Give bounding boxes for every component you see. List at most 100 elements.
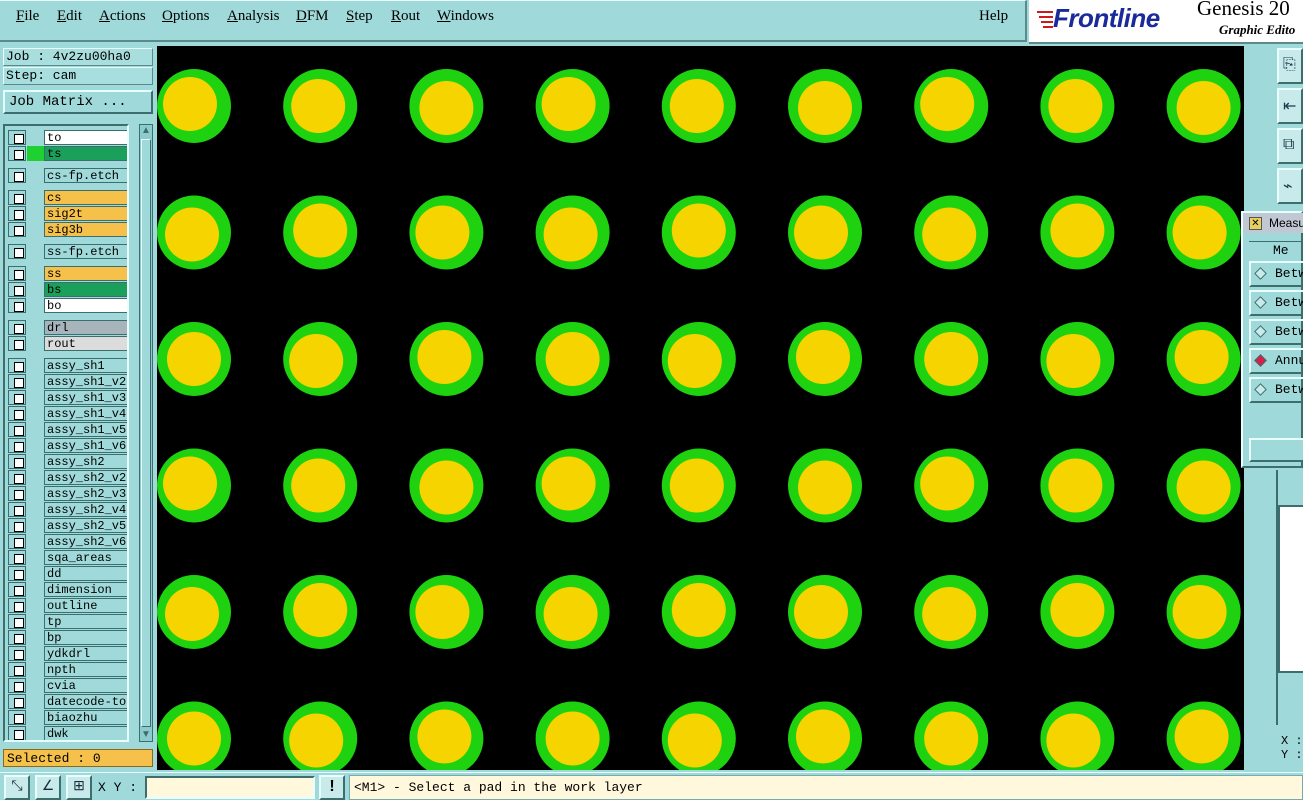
layer-row[interactable]: assy_sh1_v4 [8, 406, 127, 421]
pad[interactable] [1040, 575, 1115, 649]
layer-row[interactable]: npth [8, 662, 127, 677]
pad[interactable] [283, 575, 358, 649]
layer-checkbox[interactable] [8, 222, 26, 237]
layer-row[interactable]: cs-fp.etch [8, 168, 127, 183]
menu-file[interactable]: File [16, 8, 39, 25]
layer-checkbox[interactable] [8, 206, 26, 221]
layer-checkbox[interactable] [8, 646, 26, 661]
pad[interactable] [409, 195, 484, 270]
layer-row[interactable]: drl [8, 320, 127, 335]
layer-row[interactable]: ts [8, 146, 127, 161]
pad[interactable] [914, 322, 989, 396]
pad[interactable] [661, 575, 736, 649]
layer-row[interactable]: assy_sh2_v5 [8, 518, 127, 533]
layer-checkbox[interactable] [8, 598, 26, 613]
pad[interactable] [157, 701, 231, 771]
pad[interactable] [661, 701, 736, 771]
layer-checkbox[interactable] [8, 146, 26, 161]
menu-dfm[interactable]: DFM [296, 8, 329, 25]
layer-row[interactable]: sig2t [8, 206, 127, 221]
layer-row[interactable]: dwk [8, 726, 127, 740]
layer-name[interactable]: ydkdrl [44, 646, 127, 661]
layer-affect-indicator[interactable] [27, 438, 44, 453]
layer-checkbox[interactable] [8, 630, 26, 645]
layer-row[interactable]: cs [8, 190, 127, 205]
layer-affect-indicator[interactable] [27, 390, 44, 405]
layer-name[interactable]: npth [44, 662, 127, 677]
layer-checkbox[interactable] [8, 190, 26, 205]
layer-affect-indicator[interactable] [27, 470, 44, 485]
layer-affect-indicator[interactable] [27, 694, 44, 709]
layer-checkbox[interactable] [8, 282, 26, 297]
layer-affect-indicator[interactable] [27, 630, 44, 645]
layer-affect-indicator[interactable] [27, 582, 44, 597]
layer-checkbox[interactable] [8, 358, 26, 373]
measure-angle-icon[interactable]: ∠ [35, 775, 61, 800]
layer-affect-indicator[interactable] [27, 222, 44, 237]
layer-row[interactable]: sqa_areas [8, 550, 127, 565]
layer-row[interactable]: bs [8, 282, 127, 297]
pad[interactable] [1040, 701, 1115, 771]
layer-affect-indicator[interactable] [27, 244, 44, 259]
overview-map[interactable] [1278, 505, 1303, 673]
layer-row[interactable]: assy_sh1_v3 [8, 390, 127, 405]
layer-name[interactable]: assy_sh1_v2 [44, 374, 127, 389]
scroll-up-arrow-icon[interactable]: ▲ [140, 125, 152, 137]
layer-affect-indicator[interactable] [27, 486, 44, 501]
layer-checkbox[interactable] [8, 614, 26, 629]
layer-name[interactable]: bo [44, 298, 127, 313]
layer-affect-indicator[interactable] [27, 298, 44, 313]
pad[interactable] [157, 575, 231, 649]
menu-analysis[interactable]: Analysis [227, 8, 280, 25]
layer-affect-indicator[interactable] [27, 454, 44, 469]
layer-checkbox[interactable] [8, 726, 26, 740]
layer-row[interactable]: assy_sh2_v4 [8, 502, 127, 517]
pad[interactable] [1166, 195, 1241, 270]
layer-name[interactable]: sqa_areas [44, 550, 127, 565]
pad[interactable] [1166, 701, 1241, 771]
layer-name[interactable]: cs [44, 190, 127, 205]
pad[interactable] [157, 448, 231, 523]
layer-affect-indicator[interactable] [27, 662, 44, 677]
layer-row[interactable]: ydkdrl [8, 646, 127, 661]
layer-name[interactable]: dd [44, 566, 127, 581]
layer-affect-indicator[interactable] [27, 146, 44, 161]
measure-close-button[interactable] [1249, 438, 1303, 462]
layer-name[interactable]: assy_sh1_v4 [44, 406, 127, 421]
layer-affect-indicator[interactable] [27, 678, 44, 693]
pad[interactable] [788, 195, 862, 270]
layer-list[interactable]: to ts cs-fp.etch cs sig2t sig3b ss-fp.etch ss bs… [3, 124, 129, 742]
layer-affect-indicator[interactable] [27, 130, 44, 145]
layer-row[interactable]: datecode-to [8, 694, 127, 709]
layer-affect-indicator[interactable] [27, 726, 44, 740]
layer-name[interactable]: cvia [44, 678, 127, 693]
window-menu-icon[interactable]: ✕ [1249, 217, 1262, 230]
job-matrix-button[interactable]: Job Matrix ... [3, 90, 153, 114]
layer-name[interactable]: assy_sh2_v2 [44, 470, 127, 485]
pad[interactable] [283, 69, 358, 143]
layer-affect-indicator[interactable] [27, 518, 44, 533]
layer-name[interactable]: assy_sh1 [44, 358, 127, 373]
pad[interactable] [535, 322, 610, 396]
pad[interactable] [788, 448, 862, 523]
layer-name[interactable]: drl [44, 320, 127, 335]
measure-option-annular[interactable]: Annu [1249, 348, 1303, 374]
pad[interactable] [914, 195, 989, 270]
layer-row[interactable]: to [8, 130, 127, 145]
layer-checkbox[interactable] [8, 582, 26, 597]
layer-name[interactable]: ts [44, 146, 127, 161]
pad[interactable] [1040, 195, 1115, 270]
pad[interactable] [661, 195, 736, 270]
pad[interactable] [283, 701, 358, 771]
layer-name[interactable]: ss-fp.etch [44, 244, 127, 259]
measure-option-5[interactable]: Betw [1249, 377, 1303, 403]
layer-affect-indicator[interactable] [27, 320, 44, 335]
layer-affect-indicator[interactable] [27, 710, 44, 725]
pad[interactable] [1166, 69, 1241, 143]
layer-name[interactable]: biaozhu [44, 710, 127, 725]
tool-pan-icon[interactable]: ⇤ [1277, 88, 1303, 124]
radio-diamond-icon[interactable] [1254, 325, 1267, 338]
measure-option-1[interactable]: Betw [1249, 261, 1303, 287]
layer-affect-indicator[interactable] [27, 646, 44, 661]
layer-row[interactable]: ss-fp.etch [8, 244, 127, 259]
